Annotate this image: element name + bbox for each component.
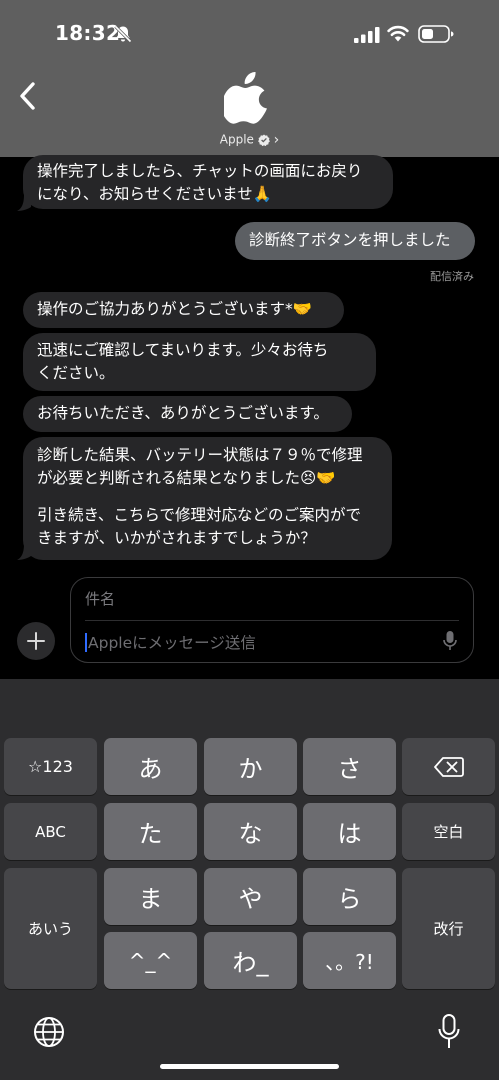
key-kana-mode[interactable]: あいう bbox=[4, 868, 97, 989]
message-line: 診断終了ボタンを押しました bbox=[249, 231, 451, 249]
message-line: 操作完了しましたら、チャットの画面にお戻り bbox=[37, 162, 363, 180]
message-input[interactable]: Appleにメッセージ送信 bbox=[85, 631, 256, 653]
incoming-message[interactable]: 操作完了しましたら、チャットの画面にお戻り になり、お知らせくださいませ🙏 bbox=[23, 155, 393, 209]
status-time: 18:32 bbox=[55, 21, 121, 45]
key-na[interactable]: な bbox=[204, 803, 297, 860]
key-a[interactable]: あ bbox=[104, 738, 197, 795]
message-line: になり、お知らせくださいませ🙏 bbox=[37, 185, 272, 203]
key-wa[interactable]: わ_ bbox=[204, 932, 297, 989]
bubble-tail bbox=[17, 195, 31, 211]
message-line: が必要と判断される結果となりました😣🤝 bbox=[37, 469, 336, 487]
message-line: 操作のご協力ありがとうございます*🤝 bbox=[37, 300, 313, 318]
key-ma[interactable]: ま bbox=[104, 868, 197, 925]
space-key[interactable]: 空白 bbox=[402, 803, 495, 860]
home-indicator bbox=[160, 1064, 339, 1069]
incoming-message[interactable]: お待ちいただき、ありがとうございます。 bbox=[23, 396, 352, 432]
key-ha[interactable]: は bbox=[303, 803, 396, 860]
incoming-message[interactable]: 迅速にご確認してまいります。少々お待ち ください。 bbox=[23, 333, 376, 391]
message-line: 診断した結果、バッテリー状態は７９％で修理 bbox=[37, 446, 363, 464]
incoming-message[interactable]: 診断した結果、バッテリー状態は７９％で修理 が必要と判断される結果となりました😣… bbox=[23, 437, 392, 560]
dictation-mic-icon[interactable] bbox=[443, 630, 457, 652]
chevron-right-icon: › bbox=[273, 132, 280, 148]
return-key[interactable]: 改行 bbox=[402, 868, 495, 989]
delete-key[interactable] bbox=[402, 738, 495, 795]
message-line bbox=[37, 490, 378, 504]
delivered-status: 配信済み bbox=[430, 270, 474, 283]
bubble-tail bbox=[17, 544, 31, 560]
key-sa[interactable]: さ bbox=[303, 738, 396, 795]
key-emoticon[interactable]: ^_^ bbox=[104, 932, 197, 989]
add-attachment-button[interactable] bbox=[17, 622, 55, 660]
wifi-icon bbox=[387, 25, 409, 42]
contact-name: Apple bbox=[219, 132, 254, 147]
incoming-message[interactable]: 操作のご協力ありがとうございます*🤝 bbox=[23, 292, 344, 328]
key-ka[interactable]: か bbox=[204, 738, 297, 795]
outgoing-message[interactable]: 診断終了ボタンを押しました bbox=[235, 222, 475, 260]
compose-box[interactable]: 件名 Appleにメッセージ送信 bbox=[70, 577, 474, 663]
key-abc[interactable]: ABC bbox=[4, 803, 97, 860]
message-placeholder: Appleにメッセージ送信 bbox=[88, 634, 256, 652]
message-line: 引き続き、こちらで修理対応などのご案内がで bbox=[37, 506, 361, 524]
text-cursor bbox=[85, 633, 87, 652]
back-chevron-icon[interactable] bbox=[14, 78, 44, 114]
cellular-signal-icon bbox=[354, 27, 380, 43]
key-punctuation[interactable]: 、。?! bbox=[303, 932, 396, 989]
compose-divider bbox=[85, 620, 459, 621]
contact-name-row[interactable]: Apple › bbox=[0, 132, 499, 148]
mic-icon[interactable] bbox=[438, 1014, 460, 1050]
subject-input[interactable]: 件名 bbox=[85, 588, 115, 609]
verified-badge-icon bbox=[257, 134, 270, 146]
message-list[interactable]: 操作完了しましたら、チャットの画面にお戻り になり、お知らせくださいませ🙏 診断… bbox=[0, 155, 499, 577]
apple-logo-icon[interactable] bbox=[224, 70, 270, 124]
chat-header: 18:32 Apple › bbox=[0, 0, 499, 157]
delete-icon bbox=[433, 756, 464, 777]
key-ra[interactable]: ら bbox=[303, 868, 396, 925]
bell-slash-icon bbox=[114, 25, 132, 43]
message-line: きますが、いかがされますでしょうか？ bbox=[37, 529, 316, 547]
battery-icon bbox=[418, 25, 454, 43]
plus-icon bbox=[27, 632, 45, 650]
globe-icon[interactable] bbox=[33, 1016, 65, 1048]
key-numbers[interactable]: ☆123 bbox=[4, 738, 97, 795]
message-line: ください。 bbox=[37, 364, 115, 382]
key-ya[interactable]: や bbox=[204, 868, 297, 925]
message-line: 迅速にご確認してまいります。少々お待ち bbox=[37, 341, 329, 359]
key-ta[interactable]: た bbox=[104, 803, 197, 860]
message-line: お待ちいただき、ありがとうございます。 bbox=[37, 404, 329, 422]
